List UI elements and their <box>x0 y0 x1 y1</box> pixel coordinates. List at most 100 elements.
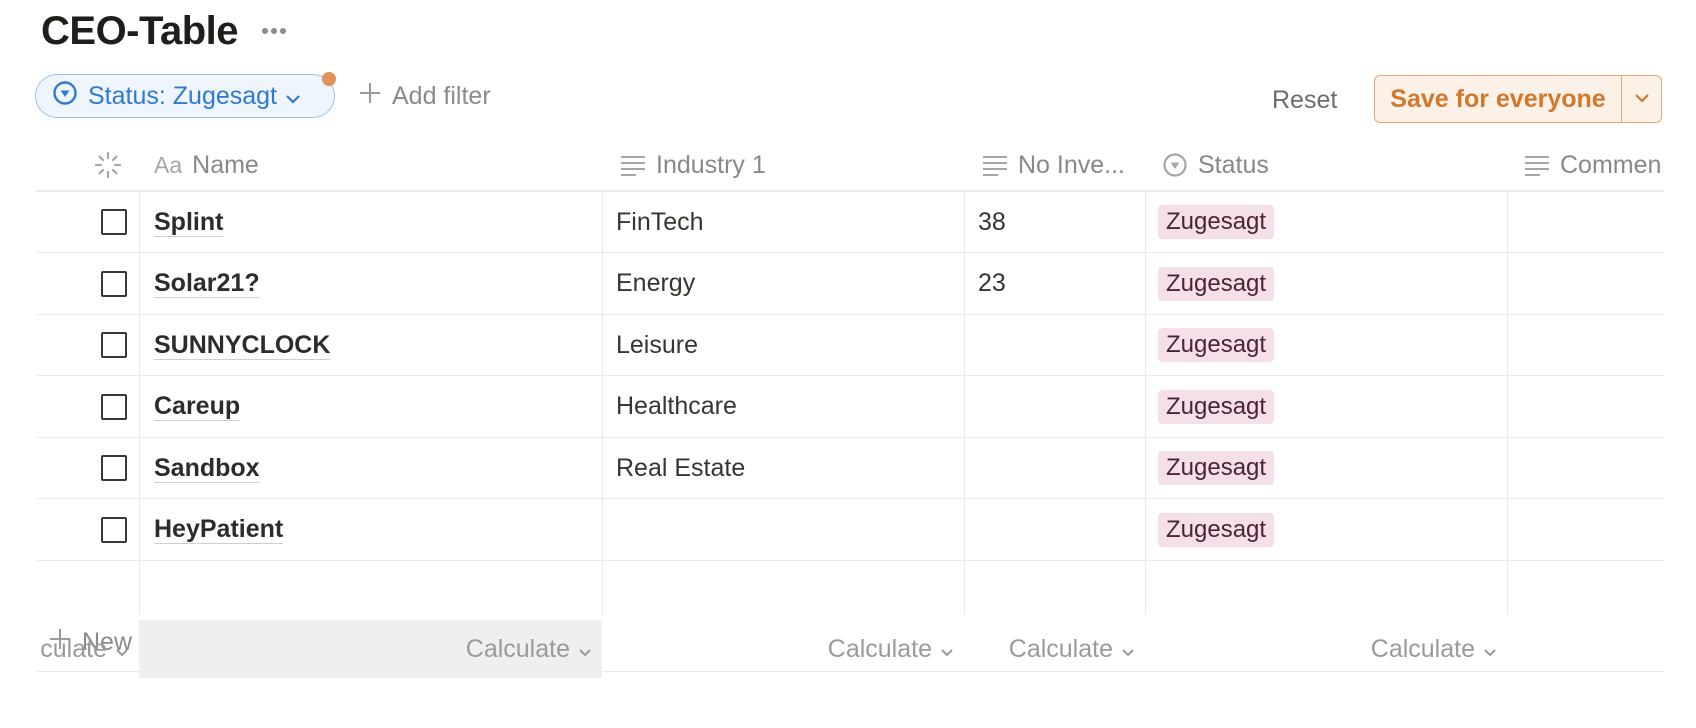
row-name[interactable]: Splint <box>154 208 224 237</box>
calculate-label: Calculate <box>1370 634 1475 663</box>
row-name[interactable]: Careup <box>154 392 241 421</box>
table-header: Aa Name Industry 1 No Inve... Status Com… <box>36 140 1664 192</box>
save-options-button[interactable] <box>1621 76 1661 122</box>
column-header-name[interactable]: Aa Name <box>154 140 594 190</box>
table-row[interactable]: HeyPatient Zugesagt <box>36 500 1664 561</box>
row-industry: Leisure <box>616 330 698 359</box>
row-select-cell[interactable] <box>94 377 134 437</box>
name-cell[interactable]: Splint <box>154 192 594 252</box>
text-lines-icon <box>620 154 646 176</box>
column-divider <box>1145 192 1146 614</box>
title-aa-icon: Aa <box>154 151 183 178</box>
status-cell[interactable]: Zugesagt <box>1158 438 1498 498</box>
column-header-select[interactable] <box>94 140 146 190</box>
row-checkbox[interactable] <box>101 393 127 420</box>
calculate-row: culate Calculate Calculate Calculate Cal… <box>0 620 1664 678</box>
investors-cell[interactable] <box>978 315 1138 375</box>
status-cell[interactable]: Zugesagt <box>1158 192 1498 252</box>
column-divider <box>602 192 603 614</box>
row-industry: Healthcare <box>616 392 737 420</box>
table-row[interactable]: Solar21? Energy 23 Zugesagt <box>36 254 1664 315</box>
row-checkbox[interactable] <box>101 332 127 358</box>
status-cell[interactable]: Zugesagt <box>1158 500 1498 560</box>
investors-cell[interactable] <box>978 377 1138 437</box>
title-row: CEO-Table <box>41 6 288 56</box>
calculate-label: Calculate <box>827 634 932 663</box>
comment-cell[interactable] <box>1520 192 1664 252</box>
calculate-label: culate <box>40 634 107 663</box>
comment-cell[interactable] <box>1520 377 1664 437</box>
investors-cell[interactable] <box>978 500 1138 560</box>
column-header-label: Status <box>1198 150 1269 179</box>
column-divider <box>139 192 140 614</box>
row-select-cell[interactable] <box>94 438 134 498</box>
row-name[interactable]: Sandbox <box>154 454 260 483</box>
ellipsis-icon[interactable] <box>260 17 288 45</box>
add-filter-button[interactable]: Add filter <box>358 74 491 118</box>
calculate-industry-column[interactable]: Calculate <box>602 620 964 678</box>
investors-cell[interactable]: 38 <box>978 192 1138 252</box>
table-row[interactable]: Sandbox Real Estate Zugesagt <box>36 438 1664 499</box>
row-select-cell[interactable] <box>94 500 134 560</box>
industry-cell[interactable]: FinTech <box>616 192 956 252</box>
comment-cell[interactable] <box>1520 315 1664 375</box>
row-checkbox[interactable] <box>101 516 127 543</box>
calculate-select-column[interactable]: culate <box>36 620 139 678</box>
industry-cell[interactable]: Healthcare <box>616 377 956 437</box>
name-cell[interactable]: Solar21? <box>154 254 594 314</box>
comment-cell[interactable] <box>1520 254 1664 314</box>
chevron-down-icon <box>1634 90 1650 108</box>
column-header-investors[interactable]: No Inve... <box>982 140 1162 190</box>
calculate-label: Calculate <box>1008 634 1113 663</box>
reset-button[interactable]: Reset <box>1272 80 1337 120</box>
column-header-status[interactable]: Status <box>1162 140 1492 190</box>
loading-spinner-icon <box>94 151 122 179</box>
column-header-label: Industry 1 <box>656 150 766 179</box>
industry-cell[interactable]: Real Estate <box>616 438 956 498</box>
calculate-investors-column[interactable]: Calculate <box>964 620 1145 678</box>
column-header-industry[interactable]: Industry 1 <box>620 140 950 190</box>
save-button-group: Save for everyone <box>1374 75 1662 123</box>
text-lines-icon <box>982 154 1008 176</box>
chevron-down-icon <box>285 82 301 111</box>
industry-cell[interactable] <box>616 500 956 560</box>
plus-icon <box>358 81 382 112</box>
status-filter-chip[interactable]: Status: Zugesagt <box>35 74 335 118</box>
calculate-status-column[interactable]: Calculate <box>1145 620 1507 678</box>
name-cell[interactable]: HeyPatient <box>154 500 594 560</box>
table-row[interactable]: Careup Healthcare Zugesagt <box>36 377 1664 438</box>
name-cell[interactable]: SUNNYCLOCK <box>154 315 594 375</box>
row-checkbox[interactable] <box>101 209 127 235</box>
page-title: CEO-Table <box>41 8 239 53</box>
row-select-cell[interactable] <box>94 315 134 375</box>
investors-cell[interactable] <box>978 438 1138 498</box>
investors-cell[interactable]: 23 <box>978 254 1138 314</box>
comment-cell[interactable] <box>1520 500 1664 560</box>
industry-cell[interactable]: Energy <box>616 254 956 314</box>
row-name[interactable]: SUNNYCLOCK <box>154 331 331 360</box>
name-cell[interactable]: Sandbox <box>154 438 594 498</box>
row-name[interactable]: Solar21? <box>154 269 260 298</box>
table-row[interactable]: SUNNYCLOCK Leisure Zugesagt <box>36 315 1664 376</box>
row-checkbox[interactable] <box>101 455 127 481</box>
row-name[interactable]: HeyPatient <box>154 515 284 544</box>
row-select-cell[interactable] <box>94 192 134 252</box>
chevron-down-icon <box>1121 635 1135 664</box>
status-cell[interactable]: Zugesagt <box>1158 315 1498 375</box>
row-investors: 23 <box>978 269 1006 297</box>
name-cell[interactable]: Careup <box>154 377 594 437</box>
save-for-everyone-button[interactable]: Save for everyone <box>1375 76 1621 122</box>
add-filter-label: Add filter <box>392 81 491 110</box>
industry-cell[interactable]: Leisure <box>616 315 956 375</box>
status-cell[interactable]: Zugesagt <box>1158 254 1498 314</box>
table-row[interactable]: Splint FinTech 38 Zugesagt <box>36 192 1664 253</box>
comment-cell[interactable] <box>1520 438 1664 498</box>
status-cell[interactable]: Zugesagt <box>1158 377 1498 437</box>
column-header-comment[interactable]: Commen <box>1524 140 1664 190</box>
row-checkbox[interactable] <box>101 270 127 297</box>
row-industry: Real Estate <box>616 453 746 482</box>
chevron-down-icon <box>1483 635 1497 664</box>
row-select-cell[interactable] <box>94 254 134 314</box>
row-industry: FinTech <box>616 207 704 236</box>
calculate-name-column[interactable]: Calculate <box>139 620 602 678</box>
